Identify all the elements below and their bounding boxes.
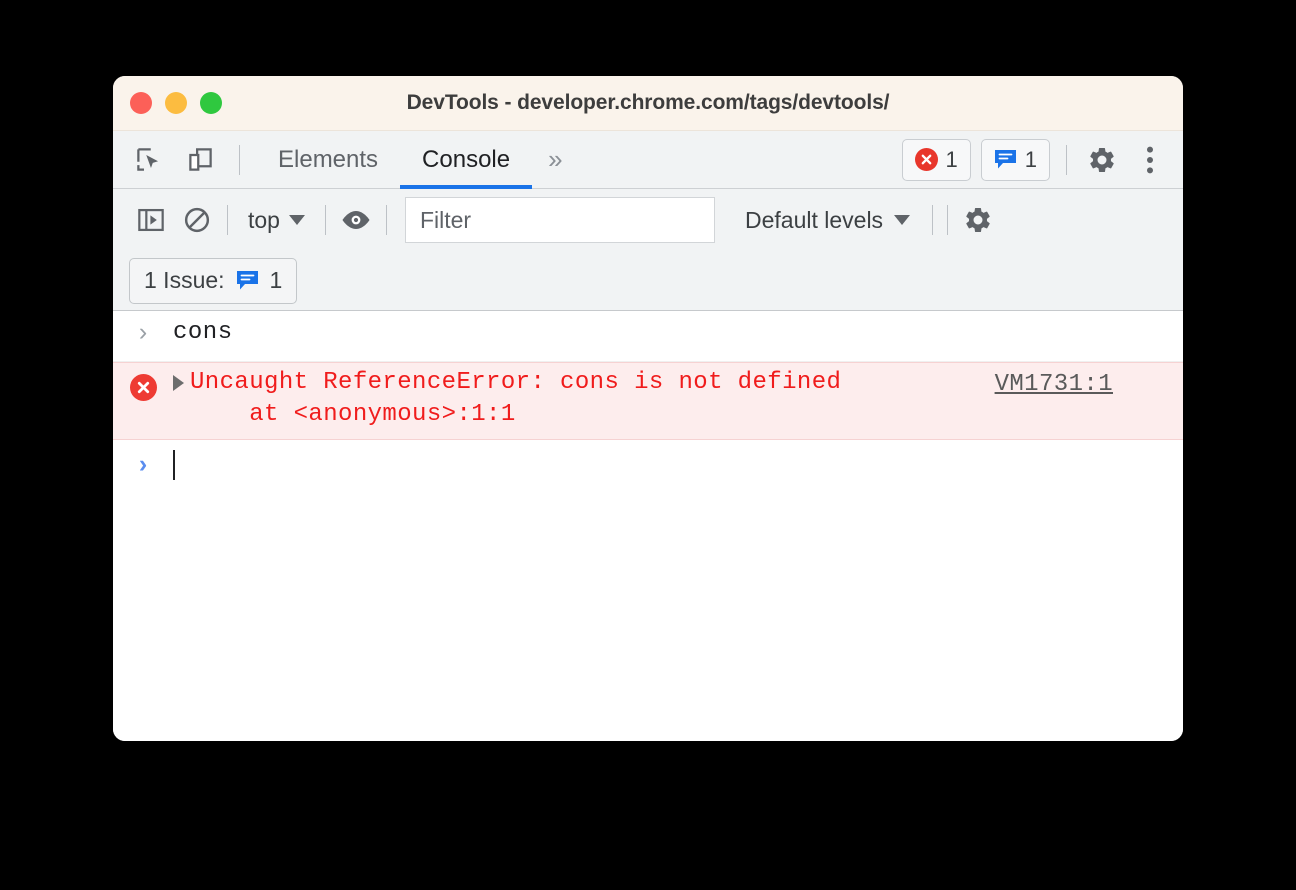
error-line-2: at <anonymous>:1:1 xyxy=(190,401,516,428)
expand-triangle-icon[interactable] xyxy=(173,375,184,391)
panel-tabs: Elements Console xyxy=(256,131,533,189)
console-input-text: cons xyxy=(173,319,233,346)
tabbar-right-separator xyxy=(1066,144,1067,175)
tab-elements[interactable]: Elements xyxy=(256,131,400,188)
console-prompt-entry[interactable]: › xyxy=(113,440,1183,488)
tabbar-right-tools: 1 1 xyxy=(901,131,1184,188)
more-tabs-label: » xyxy=(548,144,563,174)
traffic-light-group xyxy=(113,92,222,114)
tab-console[interactable]: Console xyxy=(400,131,533,189)
error-source-link[interactable]: VM1731:1 xyxy=(995,371,1113,398)
console-toolbar: top Default levels xyxy=(113,189,1183,251)
kebab-menu-icon[interactable] xyxy=(1131,141,1169,179)
issues-count: 1 xyxy=(269,267,283,293)
console-toolbar-separator-5 xyxy=(947,205,949,235)
devtools-window: DevTools - developer.chrome.com/tags/dev… xyxy=(113,76,1183,741)
console-toolbar-separator-1 xyxy=(227,205,228,235)
devtools-tabbar: Elements Console » 1 1 xyxy=(113,131,1183,189)
console-settings-gear-icon[interactable] xyxy=(956,200,1000,240)
chevron-down-icon xyxy=(288,215,305,225)
issue-count-chip[interactable]: 1 xyxy=(980,138,1050,181)
prompt-arrow-icon: › xyxy=(138,318,148,346)
console-message-list[interactable]: › cons Uncaught ReferenceError: cons is … xyxy=(113,311,1183,741)
text-cursor xyxy=(173,450,175,480)
maximize-window-button[interactable] xyxy=(200,92,222,114)
prompt-gutter: › xyxy=(113,449,173,478)
issue-badge-icon xyxy=(236,270,259,291)
issue-count-value: 1 xyxy=(1024,146,1037,172)
error-circle-icon xyxy=(129,374,157,401)
tabbar-separator xyxy=(239,144,240,175)
console-toolbar-separator-4 xyxy=(932,205,934,235)
error-count-value: 1 xyxy=(945,146,958,172)
close-window-button[interactable] xyxy=(130,92,152,114)
clear-console-icon[interactable] xyxy=(175,200,219,240)
tabbar-left-tools xyxy=(113,131,246,188)
error-line-1: Uncaught ReferenceError: cons is not def… xyxy=(190,369,842,396)
window-title: DevTools - developer.chrome.com/tags/dev… xyxy=(406,91,890,114)
error-gutter xyxy=(113,363,173,401)
console-toolbar-separator-2 xyxy=(324,205,326,235)
issues-label: 1 Issue: xyxy=(144,267,225,293)
filter-input[interactable] xyxy=(404,197,715,243)
execution-context-selector[interactable]: top xyxy=(236,207,317,234)
gear-icon[interactable] xyxy=(1083,141,1121,179)
issues-bar: 1 Issue: 1 xyxy=(113,251,1183,311)
log-levels-label: Default levels xyxy=(744,206,884,233)
tab-elements-label: Elements xyxy=(278,145,379,173)
more-tabs-icon[interactable]: » xyxy=(532,131,578,188)
device-toolbar-icon[interactable] xyxy=(181,141,219,179)
inspect-element-icon[interactable] xyxy=(129,141,167,179)
log-levels-selector[interactable]: Default levels xyxy=(731,207,924,234)
console-error-entry[interactable]: Uncaught ReferenceError: cons is not def… xyxy=(113,362,1183,440)
execution-context-label: top xyxy=(248,206,280,233)
window-titlebar: DevTools - developer.chrome.com/tags/dev… xyxy=(113,76,1183,131)
console-toolbar-separator-3 xyxy=(385,205,387,235)
entry-gutter: › xyxy=(113,311,173,345)
issues-summary-button[interactable]: 1 Issue: 1 xyxy=(129,257,298,304)
live-expression-icon[interactable] xyxy=(334,200,378,240)
console-error-text: Uncaught ReferenceError: cons is not def… xyxy=(190,363,841,431)
chevron-down-icon xyxy=(894,215,911,225)
tab-console-label: Console xyxy=(422,145,511,173)
prompt-arrow-icon: › xyxy=(138,449,148,478)
error-circle-icon xyxy=(914,148,938,171)
console-input-entry: › cons xyxy=(113,311,1183,362)
console-sidebar-icon[interactable] xyxy=(129,200,173,240)
error-count-chip[interactable]: 1 xyxy=(901,138,971,181)
issue-badge-icon xyxy=(994,149,1017,170)
minimize-window-button[interactable] xyxy=(165,92,187,114)
